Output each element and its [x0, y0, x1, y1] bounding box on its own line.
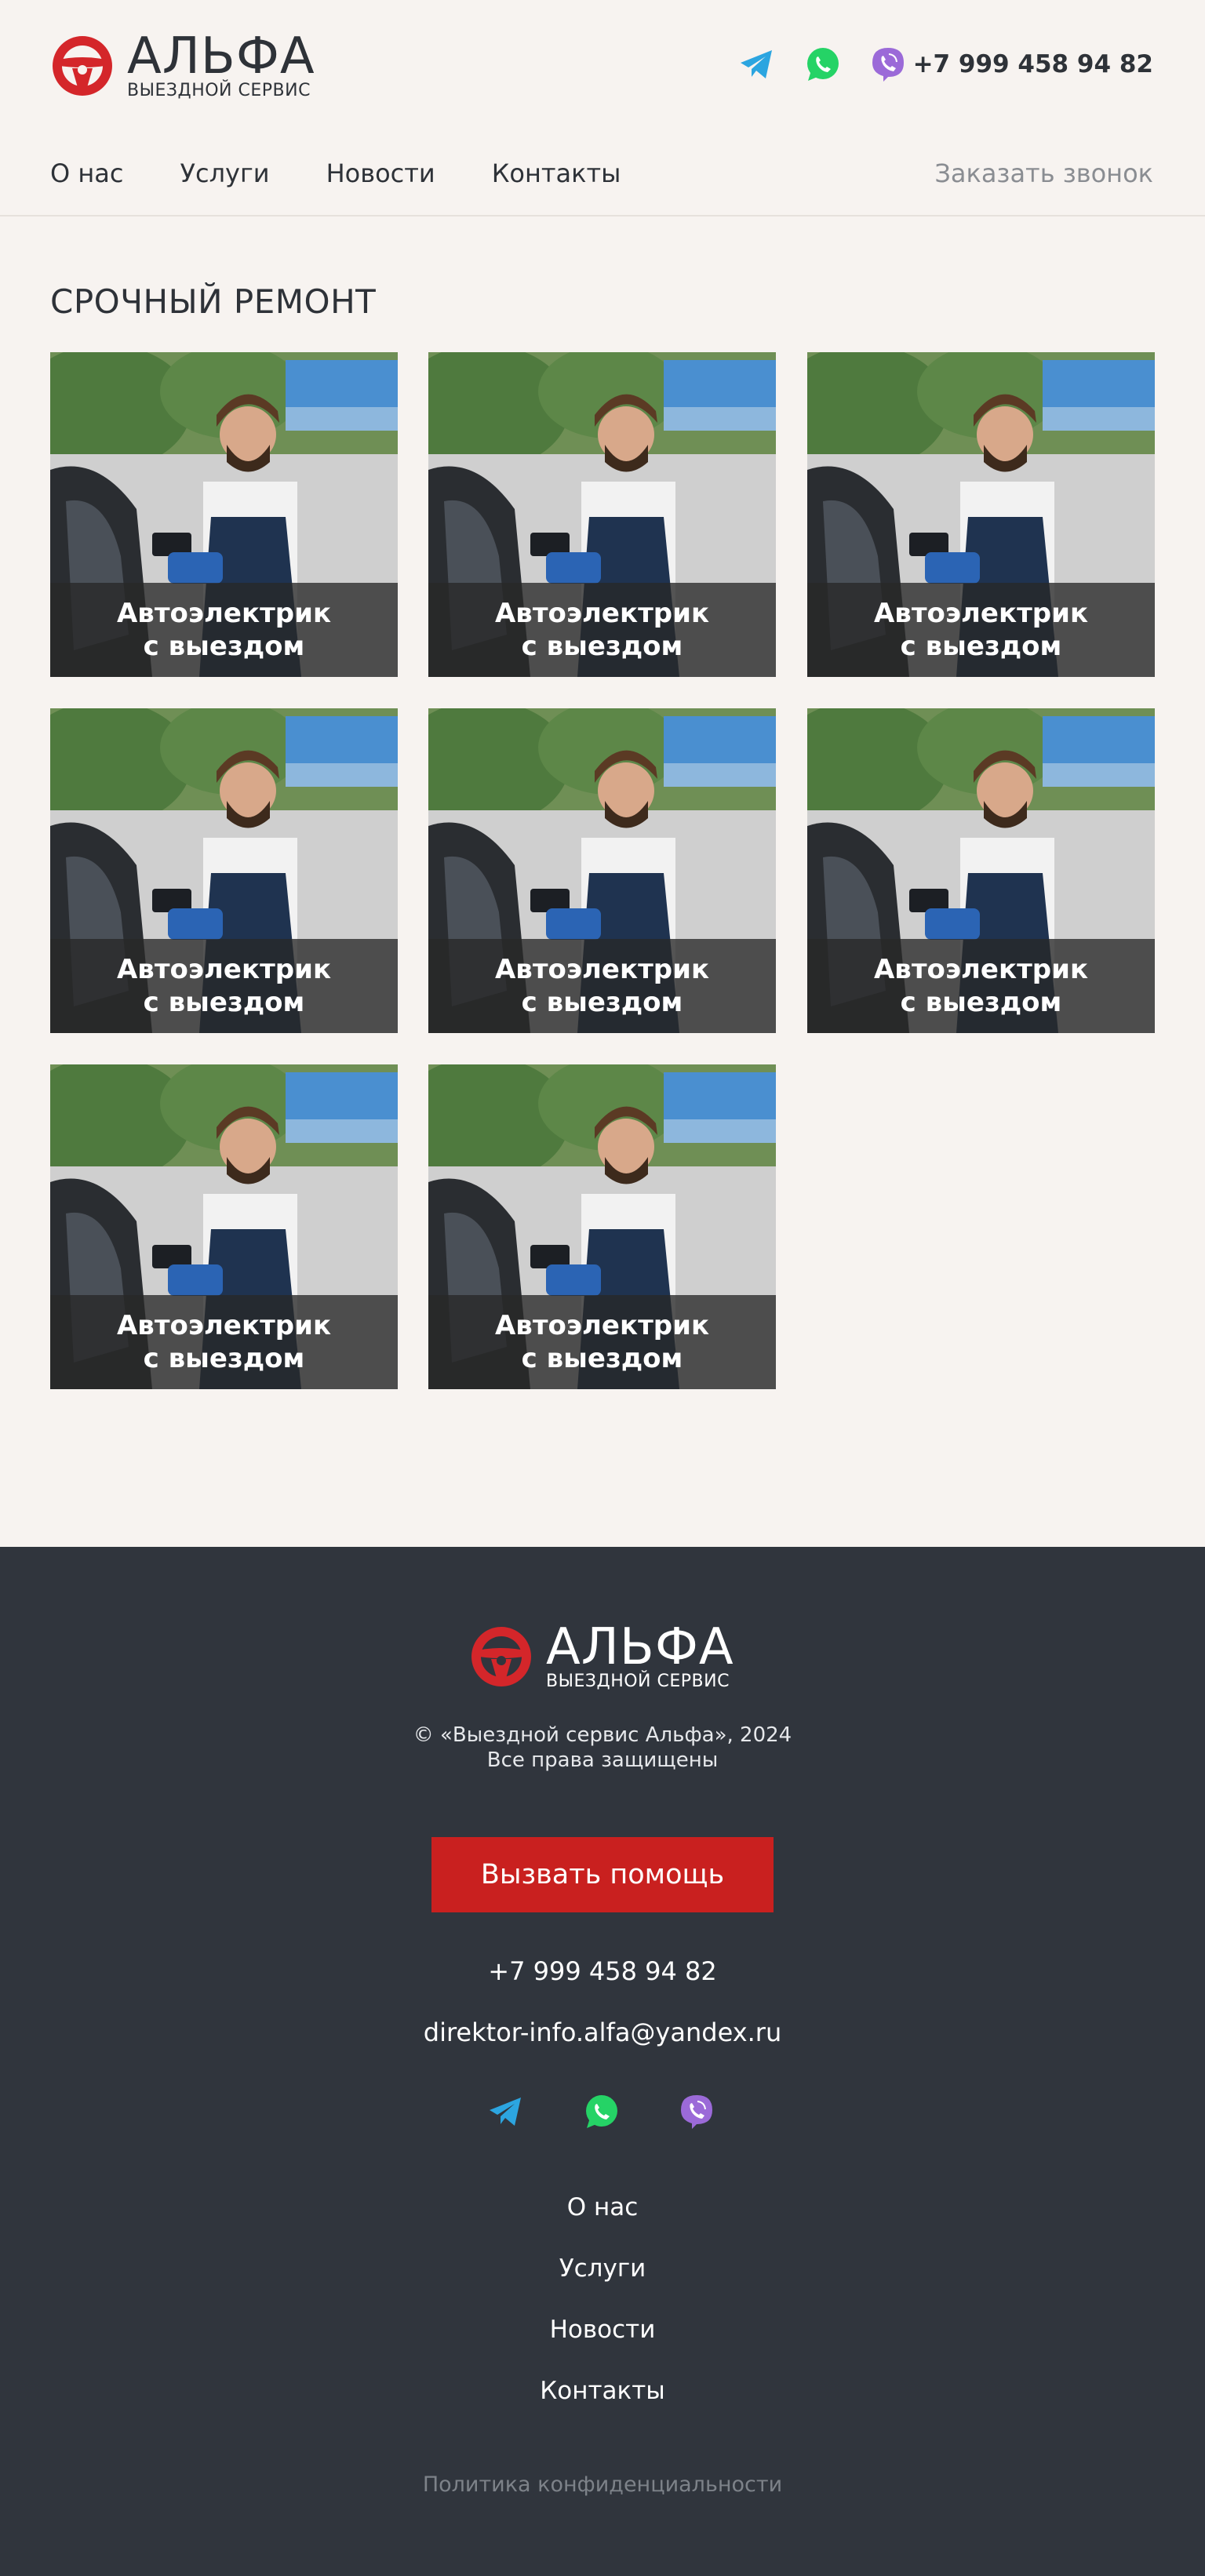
whatsapp-icon[interactable] — [582, 2093, 620, 2130]
logo[interactable]: АЛЬФА ВЫЕЗДНОЙ СЕРВИС — [50, 31, 315, 100]
whatsapp-icon[interactable] — [803, 45, 841, 83]
viber-icon[interactable] — [678, 2093, 715, 2130]
site-header: АЛЬФА ВЫЕЗДНОЙ СЕРВИС +7 999 458 94 82 О… — [0, 0, 1205, 216]
service-card-title: Автоэлектрик — [494, 1310, 710, 1341]
nav-services[interactable]: Услуги — [180, 158, 269, 188]
footer-socials — [486, 2093, 715, 2130]
copyright-text: © «Выездной сервис Альфа», 2024 — [413, 1723, 792, 1747]
service-card-caption: Автоэлектрик с выездом — [50, 1295, 398, 1389]
service-card-title: Автоэлектрик — [116, 598, 332, 629]
service-card-caption: Автоэлектрик с выездом — [807, 939, 1155, 1033]
privacy-policy-link[interactable]: Политика конфиденциальности — [0, 2472, 1205, 2497]
service-card-subtitle: с выездом — [521, 1343, 683, 1374]
service-card-title: Автоэлектрик — [494, 954, 710, 985]
viber-icon[interactable] — [869, 45, 907, 83]
service-card[interactable]: Автоэлектрик с выездом — [807, 352, 1155, 677]
service-card-caption: Автоэлектрик с выездом — [428, 1295, 776, 1389]
rights-text: Все права защищены — [486, 1748, 719, 1772]
service-card-title: Автоэлектрик — [116, 954, 332, 985]
footer-brand-name: АЛЬФА — [546, 1618, 734, 1676]
footer-email[interactable]: direktor-info.alfa@yandex.ru — [0, 2018, 1205, 2047]
header-phone[interactable]: +7 999 458 94 82 — [913, 50, 1153, 78]
service-card-subtitle: с выездом — [521, 631, 683, 662]
service-card[interactable]: Автоэлектрик с выездом — [428, 352, 776, 677]
brand-tagline: ВЫЕЗДНОЙ СЕРВИС — [127, 81, 311, 100]
nav-about[interactable]: О нас — [50, 158, 123, 188]
service-card-title: Автоэлектрик — [873, 598, 1089, 629]
service-card-caption: Автоэлектрик с выездом — [428, 583, 776, 677]
service-card-subtitle: с выездом — [521, 987, 683, 1018]
site-footer: АЛЬФА ВЫЕЗДНОЙ СЕРВИС © «Выездной сервис… — [0, 1547, 1205, 2576]
service-card-caption: Автоэлектрик с выездом — [50, 939, 398, 1033]
service-card-subtitle: с выездом — [143, 631, 305, 662]
call-help-button[interactable]: Вызвать помощь — [431, 1837, 774, 1912]
service-card[interactable]: Автоэлектрик с выездом — [50, 352, 398, 677]
nav-contacts[interactable]: Контакты — [492, 158, 621, 188]
service-card-subtitle: с выездом — [900, 987, 1062, 1018]
service-card[interactable]: Автоэлектрик с выездом — [807, 708, 1155, 1033]
service-card-caption: Автоэлектрик с выездом — [428, 939, 776, 1033]
service-card[interactable]: Автоэлектрик с выездом — [50, 708, 398, 1033]
service-card-subtitle: с выездом — [143, 1343, 305, 1374]
service-card-caption: Автоэлектрик с выездом — [50, 583, 398, 677]
service-card-title: Автоэлектрик — [494, 598, 710, 629]
service-card[interactable]: Автоэлектрик с выездом — [428, 1064, 776, 1389]
urgent-repair-section: СРОЧНЫЙ РЕМОНТ Автоэлектрик с выездом Ав… — [0, 216, 1205, 1547]
service-card-title: Автоэлектрик — [116, 1310, 332, 1341]
copyright: © «Выездной сервис Альфа», 2024 Все прав… — [0, 1723, 1205, 1773]
steering-wheel-logo-icon — [53, 36, 112, 96]
footer-nav-services[interactable]: Услуги — [0, 2253, 1205, 2314]
footer-nav: О нас Услуги Новости Контакты — [0, 2192, 1205, 2436]
steering-wheel-logo-icon — [471, 1627, 531, 1686]
service-card-subtitle: с выездом — [900, 631, 1062, 662]
nav-news[interactable]: Новости — [326, 158, 435, 188]
footer-nav-contacts[interactable]: Контакты — [0, 2375, 1205, 2436]
brand-name: АЛЬФА — [127, 27, 315, 86]
service-card[interactable]: Автоэлектрик с выездом — [428, 708, 776, 1033]
section-title: СРОЧНЫЙ РЕМОНТ — [50, 282, 377, 321]
footer-brand-tagline: ВЫЕЗДНОЙ СЕРВИС — [546, 1672, 730, 1691]
service-card-title: Автоэлектрик — [873, 954, 1089, 985]
callback-link[interactable]: Заказать звонок — [934, 158, 1153, 188]
footer-nav-about[interactable]: О нас — [0, 2192, 1205, 2253]
service-card[interactable]: Автоэлектрик с выездом — [50, 1064, 398, 1389]
telegram-icon[interactable] — [486, 2093, 524, 2130]
service-card-caption: Автоэлектрик с выездом — [807, 583, 1155, 677]
telegram-icon[interactable] — [737, 45, 775, 83]
footer-phone[interactable]: +7 999 458 94 82 — [0, 1956, 1205, 1986]
service-card-subtitle: с выездом — [143, 987, 305, 1018]
main-nav: О нас Услуги Новости Контакты — [50, 158, 621, 188]
header-socials — [737, 45, 907, 83]
footer-nav-news[interactable]: Новости — [0, 2314, 1205, 2375]
footer-logo[interactable]: АЛЬФА ВЫЕЗДНОЙ СЕРВИС — [469, 1622, 734, 1691]
